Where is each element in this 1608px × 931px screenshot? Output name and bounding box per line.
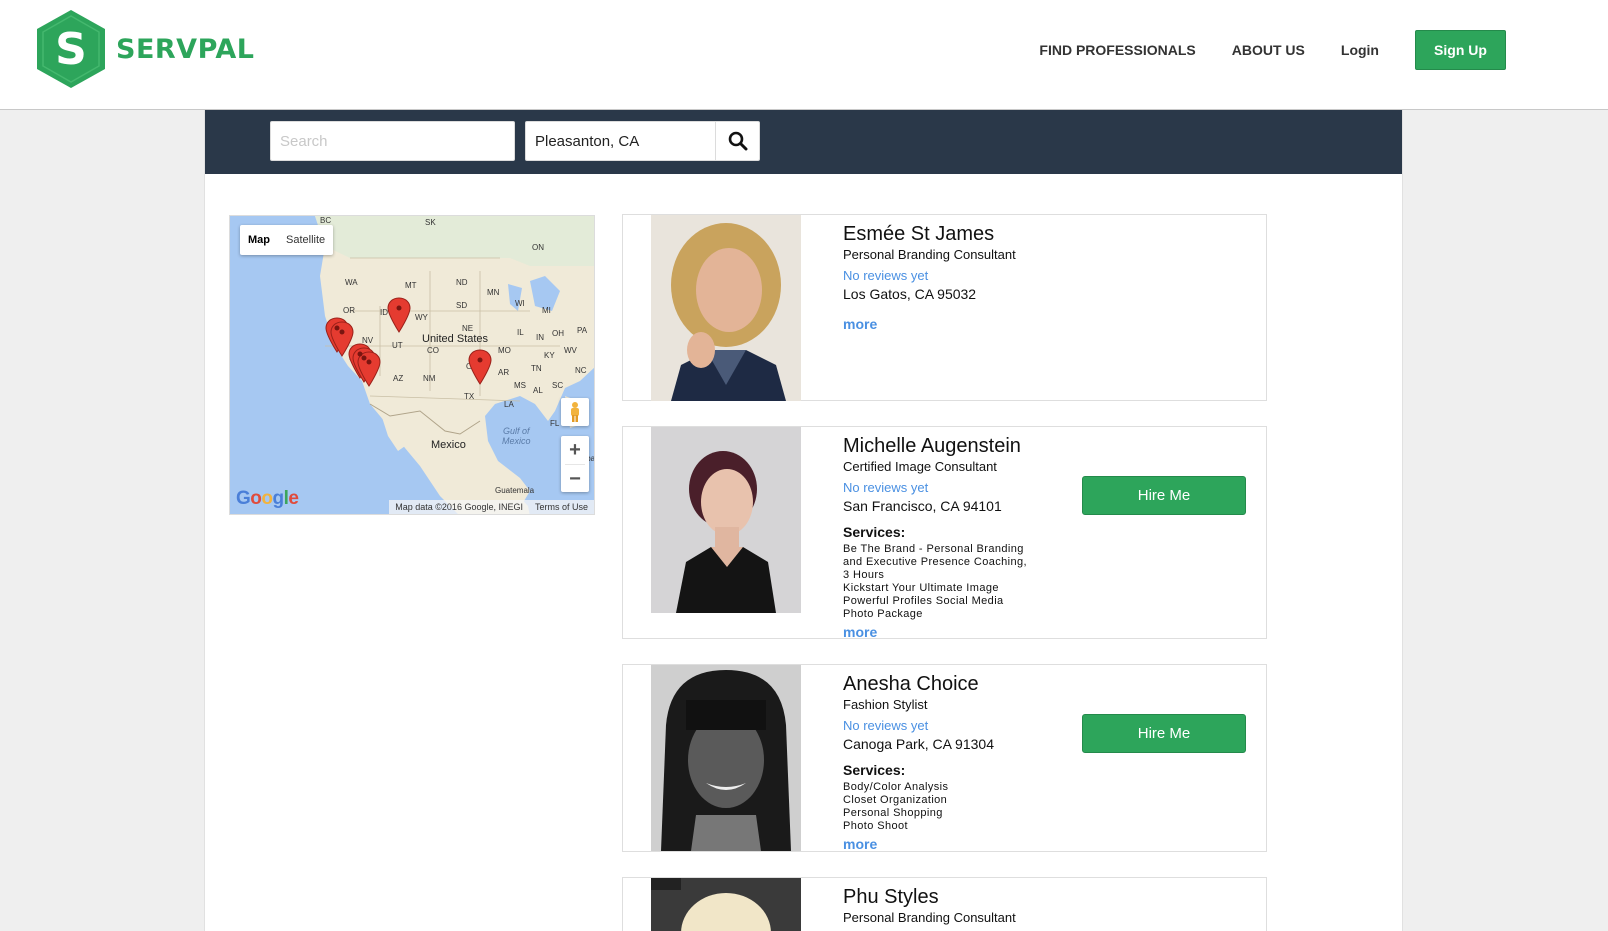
map-type-control: Map Satellite xyxy=(240,225,334,255)
map-attribution: Map data ©2016 Google, INEGI Terms of Us… xyxy=(389,500,594,514)
servpal-logo[interactable]: S SERVPAL xyxy=(34,8,255,90)
search-icon xyxy=(728,131,747,151)
reviews-status: No reviews yet xyxy=(843,480,929,495)
service-line: 3 Hours xyxy=(843,569,885,581)
search-input[interactable] xyxy=(270,121,515,161)
street-view-pegman[interactable] xyxy=(561,398,589,426)
service-line: Photo Package xyxy=(843,608,923,620)
logo-letter: S xyxy=(55,24,87,75)
services-heading: Services: xyxy=(843,524,906,540)
professional-location: San Francisco, CA 94101 xyxy=(843,498,1002,514)
professional-info: Michelle Augenstein Certified Image Cons… xyxy=(843,435,1063,642)
zoom-out-button[interactable]: − xyxy=(561,465,589,493)
professional-name[interactable]: Phu Styles xyxy=(843,886,1063,908)
profile-photo[interactable] xyxy=(651,427,801,613)
service-line: Kickstart Your Ultimate Image xyxy=(843,582,999,594)
professional-card: Michelle Augenstein Certified Image Cons… xyxy=(622,426,1267,642)
professional-card: Phu Styles Personal Branding Consultant xyxy=(622,877,1267,931)
search-bar xyxy=(205,110,1402,174)
service-line: Photo Shoot xyxy=(843,820,908,832)
map-markers xyxy=(325,297,492,387)
nav-about-us[interactable]: ABOUT US xyxy=(1232,42,1305,58)
more-link[interactable]: more xyxy=(843,316,877,332)
professional-title: Certified Image Consultant xyxy=(843,459,997,474)
google-logo[interactable]: Google xyxy=(236,488,299,510)
hire-me-button[interactable]: Hire Me xyxy=(1082,714,1246,753)
reviews-status: No reviews yet xyxy=(843,718,929,733)
map-marker-icon xyxy=(325,297,492,387)
professional-title: Personal Branding Consultant xyxy=(843,910,1016,925)
map-type-satellite[interactable]: Satellite xyxy=(278,225,333,255)
logo-wordmark: SERVPAL xyxy=(116,33,255,65)
zoom-in-button[interactable]: + xyxy=(561,436,589,464)
professional-card: Esmée St James Personal Branding Consult… xyxy=(622,214,1267,401)
results-panel: BC SK ON WA MT ND MN OR ID SD WI MI WY N… xyxy=(204,110,1403,931)
professional-location: Los Gatos, CA 95032 xyxy=(843,286,977,302)
professional-name[interactable]: Esmée St James xyxy=(843,223,1063,245)
profile-photo[interactable] xyxy=(651,215,801,401)
professional-location: Canoga Park, CA 91304 xyxy=(843,736,994,752)
map-type-map[interactable]: Map xyxy=(240,225,278,255)
professional-title: Fashion Stylist xyxy=(843,697,928,712)
service-line: Be The Brand - Personal Branding xyxy=(843,543,1024,555)
profile-photo[interactable] xyxy=(651,665,801,851)
services-heading: Services: xyxy=(843,762,906,778)
logo-hex-icon: S xyxy=(37,10,105,88)
main-nav: FIND PROFESSIONALS ABOUT US Login Sign U… xyxy=(1003,30,1506,70)
search-button[interactable] xyxy=(715,121,760,161)
more-link[interactable]: more xyxy=(843,624,877,640)
service-line: Body/Color Analysis xyxy=(843,781,949,793)
sign-up-button[interactable]: Sign Up xyxy=(1415,30,1506,70)
hire-me-button[interactable]: Hire Me xyxy=(1082,476,1246,515)
professional-title: Personal Branding Consultant xyxy=(843,247,1016,262)
professional-card: Anesha Choice Fashion Stylist No reviews… xyxy=(622,664,1267,852)
service-line: Personal Shopping xyxy=(843,807,943,819)
professional-info: Phu Styles Personal Branding Consultant xyxy=(843,886,1063,925)
zoom-control: + − xyxy=(561,436,589,492)
site-header: S SERVPAL FIND PROFESSIONALS ABOUT US Lo… xyxy=(0,0,1608,110)
service-line: Powerful Profiles Social Media xyxy=(843,595,1004,607)
professional-name[interactable]: Michelle Augenstein xyxy=(843,435,1063,457)
results-map[interactable]: BC SK ON WA MT ND MN OR ID SD WI MI WY N… xyxy=(229,215,595,515)
professional-info: Esmée St James Personal Branding Consult… xyxy=(843,223,1063,334)
location-input[interactable] xyxy=(525,121,716,161)
service-line: and Executive Presence Coaching, xyxy=(843,556,1028,568)
nav-find-professionals[interactable]: FIND PROFESSIONALS xyxy=(1039,42,1195,58)
map-terms-link[interactable]: Terms of Use xyxy=(535,502,588,512)
profile-photo[interactable] xyxy=(651,878,801,931)
reviews-status: No reviews yet xyxy=(843,268,929,283)
nav-login[interactable]: Login xyxy=(1341,42,1379,58)
professional-name[interactable]: Anesha Choice xyxy=(843,673,1063,695)
more-link[interactable]: more xyxy=(843,836,877,852)
service-line: Closet Organization xyxy=(843,794,948,806)
map-data-credit: Map data ©2016 Google, INEGI xyxy=(395,502,523,512)
pegman-icon xyxy=(571,402,579,422)
professional-info: Anesha Choice Fashion Stylist No reviews… xyxy=(843,673,1063,854)
